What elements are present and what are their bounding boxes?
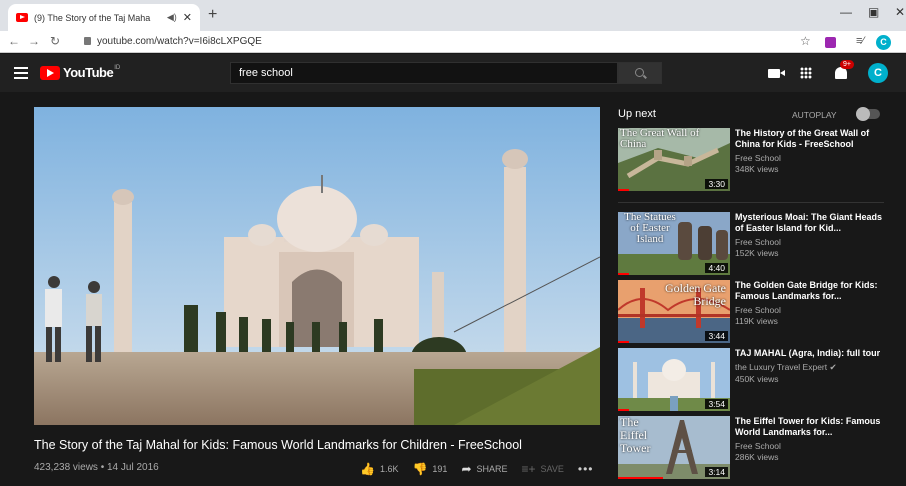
- upnext-item-taj-mahal-tour[interactable]: 3:54 TAJ MAHAL (Agra, India): full tour …: [618, 348, 888, 414]
- extension-icon[interactable]: [825, 37, 836, 48]
- notification-badge: 9+: [840, 60, 854, 69]
- watch-progress-bar: [618, 341, 629, 343]
- youtube-header: YouTube ID free school 9+ C: [0, 54, 906, 92]
- upnext-title[interactable]: The History of the Great Wall of China f…: [735, 128, 885, 150]
- url-field[interactable]: youtube.com/watch?v=I6i8cLXPGQE: [84, 36, 262, 47]
- youtube-play-logo-icon: [40, 65, 60, 80]
- search-button[interactable]: [618, 62, 662, 84]
- video-duration: 3:54: [705, 399, 728, 409]
- thumbs-up-icon: 👍: [360, 462, 375, 476]
- video-player[interactable]: [34, 107, 600, 425]
- video-duration: 4:40: [705, 263, 728, 273]
- save-button[interactable]: ≡+ SAVE: [522, 462, 564, 476]
- browser-tab[interactable]: (9) The Story of the Taj Maha ◀) ✕: [8, 4, 200, 31]
- upnext-title[interactable]: The Eiffel Tower for Kids: Famous World …: [735, 416, 885, 438]
- thumbnail-overlay-text: The Statues of Easter Island: [624, 212, 676, 245]
- more-options-icon[interactable]: •••: [578, 462, 594, 476]
- youtube-favicon-icon: [16, 13, 28, 22]
- speaker-icon[interactable]: ◀): [167, 12, 177, 23]
- save-label: SAVE: [540, 464, 564, 474]
- upnext-channel: Free School: [735, 153, 781, 163]
- upnext-channel: Free School: [735, 441, 781, 451]
- upnext-views: 286K views: [735, 452, 779, 462]
- new-tab-button[interactable]: +: [208, 6, 217, 24]
- upnext-channel: the Luxury Travel Expert ✔: [735, 362, 837, 372]
- video-thumbnail[interactable]: Golden Gate Bridge 3:44: [618, 280, 730, 343]
- create-video-icon[interactable]: [768, 69, 785, 78]
- hamburger-menu-icon[interactable]: [14, 67, 28, 79]
- maximize-icon[interactable]: ▣: [868, 5, 879, 19]
- thumbs-down-icon: 👎: [412, 462, 428, 476]
- upnext-item-easter-island[interactable]: The Statues of Easter Island 4:40 Myster…: [618, 212, 888, 278]
- close-window-icon[interactable]: ✕: [895, 5, 905, 19]
- close-tab-icon[interactable]: ✕: [183, 11, 192, 24]
- upnext-title[interactable]: Mysterious Moai: The Giant Heads of East…: [735, 212, 885, 234]
- dislike-button[interactable]: 👎 191: [412, 462, 447, 476]
- upnext-views: 119K views: [735, 316, 778, 326]
- browser-profile-avatar[interactable]: C: [876, 35, 891, 50]
- video-title: The Story of the Taj Mahal for Kids: Fam…: [34, 438, 522, 452]
- upnext-views: 152K views: [735, 248, 779, 258]
- address-bar: ← → ↻ youtube.com/watch?v=I6i8cLXPGQE ☆ …: [0, 31, 906, 53]
- video-thumbnail[interactable]: The Eiffel Tower 3:14: [618, 416, 730, 479]
- youtube-logo-text: YouTube: [63, 65, 114, 80]
- upnext-item-eiffel-tower[interactable]: The Eiffel Tower 3:14 The Eiffel Tower f…: [618, 416, 888, 482]
- video-thumbnail[interactable]: The Great Wall of China 3:30: [618, 128, 730, 191]
- video-duration: 3:44: [705, 331, 728, 341]
- video-thumbnail[interactable]: 3:54: [618, 348, 730, 411]
- back-arrow-icon[interactable]: ←: [8, 34, 20, 48]
- share-label: SHARE: [476, 464, 508, 474]
- video-frame-taj-mahal: [34, 107, 600, 425]
- reading-list-icon[interactable]: ≡⁄: [856, 35, 864, 47]
- video-views-date: 423,238 views • 14 Jul 2016: [34, 462, 159, 473]
- like-button[interactable]: 👍 1.6K: [360, 462, 398, 476]
- upnext-channel: Free School: [735, 305, 781, 315]
- up-next-heading: Up next: [618, 108, 656, 120]
- autoplay-label: AUTOPLAY: [792, 110, 837, 120]
- watch-progress-bar: [618, 273, 629, 275]
- upnext-title[interactable]: The Golden Gate Bridge for Kids: Famous …: [735, 280, 885, 302]
- like-count: 1.6K: [379, 464, 399, 474]
- region-code: ID: [114, 65, 121, 71]
- url-text: youtube.com/watch?v=I6i8cLXPGQE: [97, 36, 262, 47]
- thumbnail-overlay-text: The Great Wall of China: [620, 128, 700, 150]
- share-button[interactable]: ➦ SHARE: [461, 462, 507, 476]
- reload-icon[interactable]: ↻: [50, 34, 60, 48]
- bookmark-star-icon[interactable]: ☆: [800, 34, 811, 48]
- youtube-logo[interactable]: YouTube ID: [40, 65, 120, 80]
- upnext-channel: Free School: [735, 237, 781, 247]
- watch-progress-bar: [618, 409, 629, 411]
- account-avatar[interactable]: C: [868, 63, 888, 83]
- video-duration: 3:14: [705, 467, 728, 477]
- share-arrow-icon: ➦: [461, 462, 472, 476]
- upnext-title[interactable]: TAJ MAHAL (Agra, India): full tour: [735, 348, 885, 359]
- watch-progress-bar: [618, 189, 629, 191]
- video-duration: 3:30: [705, 179, 728, 189]
- upnext-views: 450K views: [735, 374, 779, 384]
- playlist-add-icon: ≡+: [521, 462, 536, 476]
- divider: [618, 202, 884, 203]
- browser-tab-strip: (9) The Story of the Taj Maha ◀) ✕ + — ▣…: [0, 0, 906, 31]
- thumbnail-overlay-text: Golden Gate Bridge: [665, 281, 726, 308]
- forward-arrow-icon[interactable]: →: [28, 34, 40, 48]
- tab-title: (9) The Story of the Taj Maha: [34, 12, 151, 23]
- watch-progress-bar: [618, 477, 663, 479]
- minimize-icon[interactable]: —: [840, 5, 852, 19]
- search-input[interactable]: free school: [230, 62, 618, 84]
- autoplay-toggle[interactable]: [856, 107, 880, 121]
- video-thumbnail[interactable]: The Statues of Easter Island 4:40: [618, 212, 730, 275]
- lock-icon: [84, 37, 91, 45]
- thumbnail-overlay-text: The Eiffel Tower: [620, 416, 651, 455]
- dislike-count: 191: [432, 464, 448, 474]
- upnext-views: 348K views: [735, 164, 779, 174]
- upnext-item-golden-gate[interactable]: Golden Gate Bridge 3:44 The Golden Gate …: [618, 280, 888, 346]
- apps-grid-icon[interactable]: [800, 67, 812, 79]
- upnext-item-great-wall[interactable]: The Great Wall of China 3:30 The History…: [618, 128, 888, 194]
- video-actions: 👍 1.6K 👎 191 ➦ SHARE ≡+ SAVE •••: [360, 462, 594, 476]
